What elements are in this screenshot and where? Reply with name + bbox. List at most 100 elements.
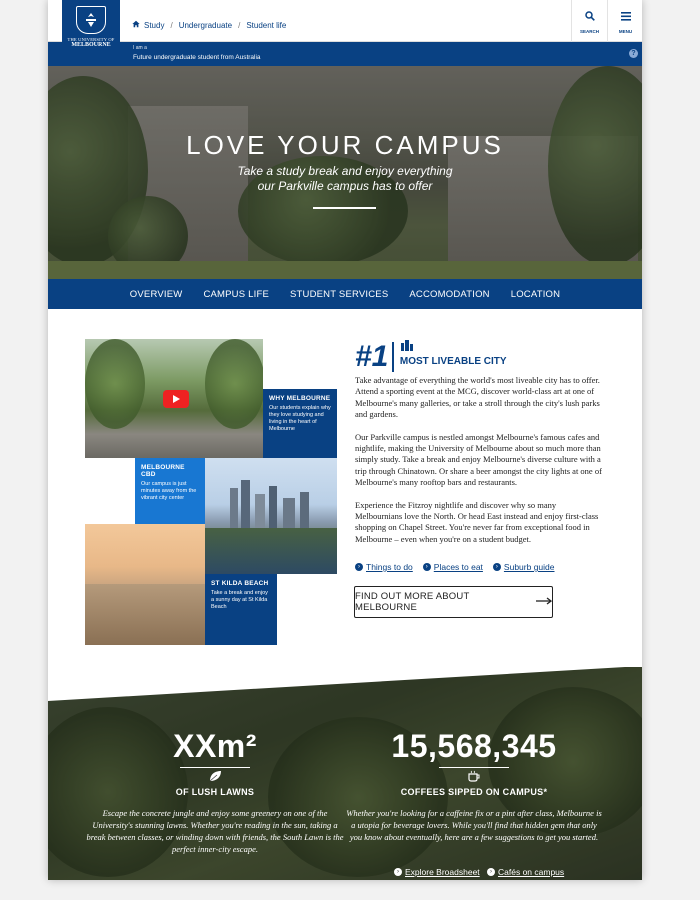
paragraph: Experience the Fitzroy nightlife and dis…	[355, 499, 599, 544]
breadcrumb-separator: /	[170, 20, 173, 30]
hero-subtitle-line1: Take a study break and enjoy everything	[237, 164, 453, 178]
ranking-label: MOST LIVEABLE CITY	[399, 356, 507, 367]
tab-campus-life[interactable]: CAMPUS LIFE	[201, 289, 271, 300]
logo-line2: MELBOURNE	[71, 42, 111, 48]
link-label: Cafés on campus	[498, 867, 565, 877]
paragraph: Our Parkville campus is nestled amongst …	[355, 431, 602, 488]
sand-image	[85, 584, 205, 645]
stat-value: 15,568,345	[391, 728, 557, 764]
site-header: THE UNIVERSITY OF MELBOURNE Study / Unde…	[48, 0, 642, 62]
arrow-circle-icon: ›	[394, 868, 402, 876]
tree-image	[205, 339, 263, 429]
play-icon[interactable]	[163, 390, 189, 408]
stat-body: Escape the concrete jungle and enjoy som…	[86, 808, 344, 854]
stat-caption: COFFEES SIPPED ON CAMPUS*	[400, 787, 548, 797]
link-explore-broadsheet[interactable]: › Explore Broadsheet	[394, 867, 480, 877]
spacer	[85, 458, 135, 524]
tile-title: MELBOURNE CBD	[141, 464, 185, 478]
tree-image	[85, 339, 145, 429]
link-label: Places to eat	[433, 562, 483, 572]
link-label: Suburb guide	[503, 562, 555, 572]
stat-caption: OF LUSH LAWNS	[175, 787, 255, 797]
tile-title: WHY MELBOURNE	[269, 395, 331, 402]
stat-divider	[439, 767, 509, 768]
stat-body: Whether you're looking for a caffeine fi…	[346, 808, 602, 842]
search-button[interactable]: SEARCH	[571, 0, 607, 42]
arrow-circle-icon: ›	[487, 868, 495, 876]
section-tabs: OVERVIEW CAMPUS LIFE STUDENT SERVICES AC…	[48, 279, 642, 315]
video-thumbnail[interactable]	[85, 339, 263, 458]
hero-title: LOVE YOUR CAMPUS	[186, 130, 504, 160]
tile-description: Take a break and enjoy a sunny day at St…	[211, 590, 268, 610]
paragraph: Take advantage of everything the world's…	[355, 375, 600, 420]
tile-description: Our students explain why they love study…	[269, 405, 331, 432]
university-logo[interactable]: THE UNIVERSITY OF MELBOURNE	[62, 0, 120, 62]
tile-title: ST KILDA BEACH	[211, 580, 269, 587]
arrow-circle-icon: ›	[355, 563, 363, 571]
stat-coffees: 15,568,345 COFFEES SIPPED ON CAMPUS* Whe…	[344, 728, 604, 843]
hero-subtitle: Take a study break and enjoy everything …	[48, 164, 642, 194]
persona-prefix: I am a	[133, 45, 147, 51]
link-suburb-guide[interactable]: › Suburb guide	[492, 562, 555, 572]
page: THE UNIVERSITY OF MELBOURNE Study / Unde…	[48, 0, 642, 880]
river-image	[205, 528, 337, 574]
tower-image	[269, 486, 277, 528]
city-icon	[400, 338, 507, 356]
stat-divider	[180, 767, 250, 768]
persona-bar: I am a Future undergraduate student from…	[48, 42, 642, 66]
tile-st-kilda-beach[interactable]: ST KILDA BEACH Take a break and enjoy a …	[205, 574, 277, 645]
angled-divider	[48, 667, 626, 701]
breadcrumb: Study / Undergraduate / Student life	[132, 20, 286, 30]
tower-image	[255, 494, 265, 528]
hero-banner: LOVE YOUR CAMPUS Take a study break and …	[48, 66, 642, 279]
breadcrumb-item-student-life[interactable]: Student life	[246, 21, 286, 30]
menu-label: MENU	[618, 29, 633, 34]
search-label: SEARCH	[579, 29, 599, 34]
crest-icon	[76, 6, 106, 34]
search-icon	[584, 8, 595, 26]
leaf-icon	[85, 770, 345, 785]
ranking-heading: #1 MOST LIVEABLE CITY	[355, 338, 507, 372]
tab-accomodation[interactable]: ACCOMODATION	[407, 289, 491, 300]
tower-image	[230, 488, 238, 528]
arrow-circle-icon: ›	[492, 563, 501, 571]
cta-label: FIND OUT MORE ABOUT MELBOURNE	[355, 591, 470, 613]
ranking-number: #1	[355, 340, 389, 373]
related-links: › Things to do › Places to eat › Suburb gui…	[355, 562, 555, 572]
body-copy: Take advantage of everything the world's…	[355, 375, 603, 556]
link-things-to-do[interactable]: › Things to do	[355, 562, 413, 572]
hero-divider	[313, 207, 376, 209]
city-skyline-image[interactable]	[205, 458, 337, 574]
tower-image	[300, 492, 309, 528]
breadcrumb-item-study[interactable]: Study	[144, 21, 164, 30]
ranking-divider	[392, 342, 394, 372]
tab-student-services[interactable]: STUDENT SERVICES	[288, 289, 390, 300]
tower-image	[283, 498, 295, 528]
coffee-cup-icon	[344, 770, 604, 785]
find-out-more-button[interactable]: FIND OUT MORE ABOUT MELBOURNE	[354, 586, 553, 618]
hero-subtitle-line2: our Parkville campus has to offer	[257, 179, 433, 193]
home-icon[interactable]	[132, 20, 140, 30]
tile-description: Our campus is just minutes away from the…	[141, 481, 197, 501]
breadcrumb-separator: /	[238, 20, 241, 30]
arrow-right-icon	[536, 596, 553, 608]
tab-location[interactable]: LOCATION	[509, 289, 562, 300]
arrow-circle-icon: ›	[422, 563, 431, 571]
tab-overview[interactable]: OVERVIEW	[128, 289, 185, 315]
link-label: Explore Broadsheet	[405, 867, 480, 877]
help-icon[interactable]: ?	[629, 49, 638, 58]
stats-section: XXm² OF LUSH LAWNS Escape the concrete j…	[48, 667, 642, 880]
hamburger-icon	[620, 8, 631, 26]
link-cafes-on-campus[interactable]: › Cafés on campus	[487, 867, 564, 877]
link-places-to-eat[interactable]: › Places to eat	[422, 562, 483, 572]
image-mosaic: WHY MELBOURNE Our students explain why t…	[85, 339, 337, 645]
breadcrumb-item-undergraduate[interactable]: Undergraduate	[179, 21, 232, 30]
stat-lawns: XXm² OF LUSH LAWNS Escape the concrete j…	[85, 728, 345, 855]
tile-melbourne-cbd[interactable]: MELBOURNE CBD Our campus is just minutes…	[135, 458, 205, 524]
menu-button[interactable]: MENU	[607, 0, 642, 42]
beach-image[interactable]	[85, 524, 205, 645]
link-label: Things to do	[366, 562, 413, 572]
tile-why-melbourne[interactable]: WHY MELBOURNE Our students explain why t…	[263, 389, 337, 458]
persona-selector[interactable]: Future undergraduate student from Austra…	[133, 54, 261, 61]
stat-value: XXm²	[173, 728, 257, 764]
